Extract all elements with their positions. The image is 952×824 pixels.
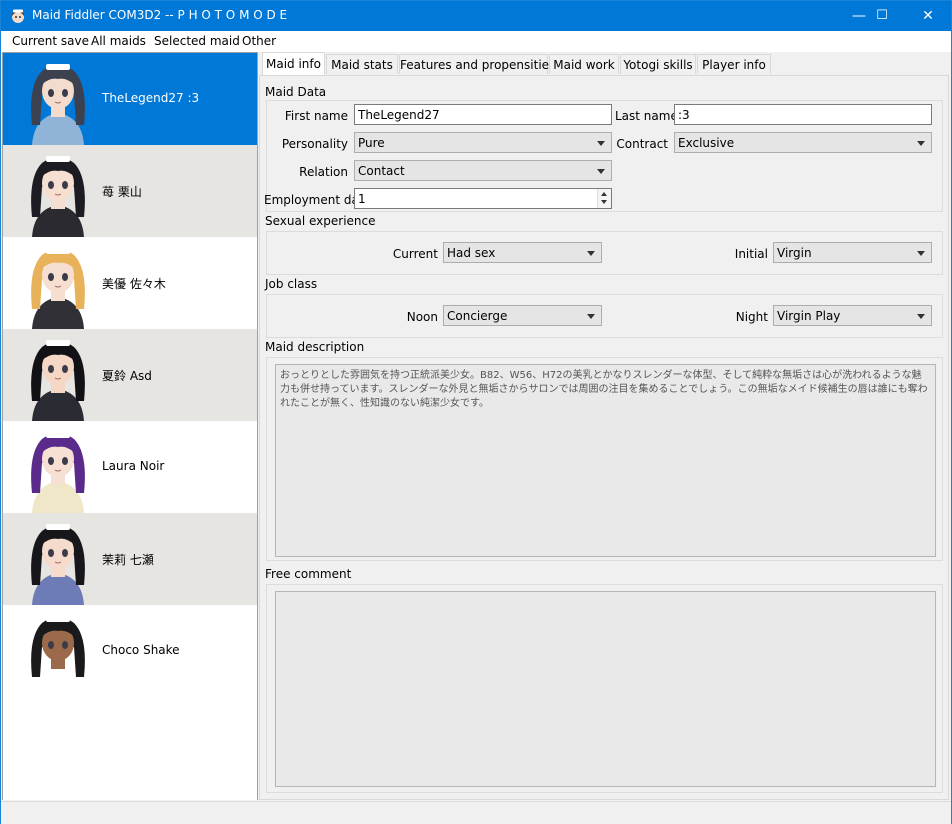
personality-value: Pure bbox=[358, 136, 385, 150]
personality-label: Personality bbox=[281, 137, 348, 151]
menu-bar: Current save All maids Selected maid Oth… bbox=[1, 31, 951, 52]
free-comment-heading: Free comment bbox=[265, 567, 352, 581]
chevron-down-icon bbox=[917, 141, 925, 146]
maid-list-item[interactable]: 夏鈴 Asd bbox=[3, 329, 257, 421]
maid-list-item[interactable]: TheLegend27 :3 bbox=[3, 53, 257, 145]
menu-all-maids[interactable]: All maids bbox=[91, 34, 146, 48]
first-name-label: First name bbox=[284, 109, 348, 123]
maid-portrait bbox=[31, 156, 85, 237]
relation-value: Contact bbox=[358, 164, 405, 178]
maid-name: 美優 佐々木 bbox=[102, 277, 166, 291]
tab-maid-work[interactable]: Maid work bbox=[549, 54, 619, 74]
maid-description-heading: Maid description bbox=[265, 340, 365, 354]
current-experience-value: Had sex bbox=[447, 246, 496, 260]
noon-label: Noon bbox=[406, 310, 438, 324]
maid-portrait bbox=[31, 616, 85, 697]
tab-player-info[interactable]: Player info bbox=[697, 54, 771, 74]
maid-portrait bbox=[31, 248, 85, 329]
arrow-up-icon bbox=[601, 192, 607, 196]
initial-experience-select[interactable]: Virgin bbox=[773, 242, 932, 263]
personality-select[interactable]: Pure bbox=[354, 132, 612, 153]
night-label: Night bbox=[735, 310, 768, 324]
maid-name: TheLegend27 :3 bbox=[102, 91, 200, 105]
tab-yotogi-skills[interactable]: Yotogi skills bbox=[620, 54, 696, 74]
menu-selected-maid[interactable]: Selected maid bbox=[154, 34, 240, 48]
maid-list-item[interactable]: 茉莉 七瀬 bbox=[3, 513, 257, 605]
spin-buttons[interactable] bbox=[597, 189, 611, 208]
chevron-down-icon bbox=[597, 169, 605, 174]
last-name-field[interactable]: :3 bbox=[674, 104, 932, 125]
maid-list[interactable]: TheLegend27 :3 苺 栗山美優 佐々木 夏鈴 Asd Laura Noir… bbox=[2, 52, 258, 800]
maid-portrait bbox=[31, 340, 85, 421]
chevron-down-icon bbox=[587, 251, 595, 256]
arrow-down-icon bbox=[601, 200, 607, 204]
maid-description-textarea[interactable]: おっとりとした雰囲気を持つ正統派美少女。B82、W56、H72の美乳とかなりスレ… bbox=[275, 364, 936, 557]
menu-other[interactable]: Other bbox=[242, 34, 276, 48]
title-bar[interactable]: Maid Fiddler COM3D2 -- P H O T O M O D E… bbox=[1, 1, 951, 31]
maid-name: Laura Noir bbox=[102, 459, 165, 473]
employment-day-value: 1 bbox=[358, 192, 366, 206]
chevron-down-icon bbox=[917, 314, 925, 319]
maid-name: Choco Shake bbox=[102, 643, 180, 657]
app-icon bbox=[12, 9, 24, 23]
first-name-field[interactable]: TheLegend27 bbox=[354, 104, 612, 125]
maid-list-item[interactable]: Laura Noir bbox=[3, 421, 257, 513]
maid-portrait bbox=[31, 524, 85, 605]
last-name-label: Last name bbox=[615, 109, 678, 123]
contract-label: Contract bbox=[616, 137, 668, 151]
close-button[interactable]: ✕ bbox=[905, 1, 951, 31]
free-comment-textarea[interactable] bbox=[275, 591, 936, 787]
night-class-value: Virgin Play bbox=[777, 309, 841, 323]
menu-current-save[interactable]: Current save bbox=[12, 34, 89, 48]
contract-select[interactable]: Exclusive bbox=[674, 132, 932, 153]
night-class-select[interactable]: Virgin Play bbox=[773, 305, 932, 326]
noon-class-value: Concierge bbox=[447, 309, 508, 323]
contract-value: Exclusive bbox=[678, 136, 735, 150]
current-experience-select[interactable]: Had sex bbox=[443, 242, 602, 263]
maximize-button[interactable]: ☐ bbox=[859, 1, 905, 31]
maid-name: 苺 栗山 bbox=[102, 185, 142, 199]
status-bar bbox=[1, 801, 951, 824]
maid-list-item[interactable]: 美優 佐々木 bbox=[3, 237, 257, 329]
sexual-experience-heading: Sexual experience bbox=[265, 214, 376, 228]
employment-day-label: Employment day bbox=[264, 193, 366, 207]
maid-portrait bbox=[31, 432, 85, 513]
maid-name: 茉莉 七瀬 bbox=[102, 553, 154, 567]
noon-class-select[interactable]: Concierge bbox=[443, 305, 602, 326]
chevron-down-icon bbox=[597, 141, 605, 146]
initial-label: Initial bbox=[734, 247, 768, 261]
maid-info-panel: Maid Data First name TheLegend27 Last na… bbox=[259, 75, 949, 800]
tab-maid-info[interactable]: Maid info bbox=[262, 52, 325, 75]
maid-name: 夏鈴 Asd bbox=[102, 369, 152, 383]
maid-list-item[interactable]: Choco Shake bbox=[3, 605, 257, 697]
maid-list-item[interactable]: 苺 栗山 bbox=[3, 145, 257, 237]
relation-select[interactable]: Contact bbox=[354, 160, 612, 181]
chevron-down-icon bbox=[917, 251, 925, 256]
current-label: Current bbox=[392, 247, 438, 261]
app-window: Maid Fiddler COM3D2 -- P H O T O M O D E… bbox=[0, 0, 952, 824]
employment-day-spinbox[interactable]: 1 bbox=[354, 188, 612, 209]
tab-features-propensities[interactable]: Features and propensities bbox=[399, 54, 555, 74]
chevron-down-icon bbox=[587, 314, 595, 319]
tab-maid-stats[interactable]: Maid stats bbox=[326, 54, 398, 74]
job-class-heading: Job class bbox=[265, 277, 318, 291]
relation-label: Relation bbox=[299, 165, 348, 179]
initial-experience-value: Virgin bbox=[777, 246, 812, 260]
window-title: Maid Fiddler COM3D2 -- P H O T O M O D E bbox=[32, 8, 288, 22]
maid-data-heading: Maid Data bbox=[265, 85, 327, 99]
maid-portrait bbox=[31, 64, 85, 145]
